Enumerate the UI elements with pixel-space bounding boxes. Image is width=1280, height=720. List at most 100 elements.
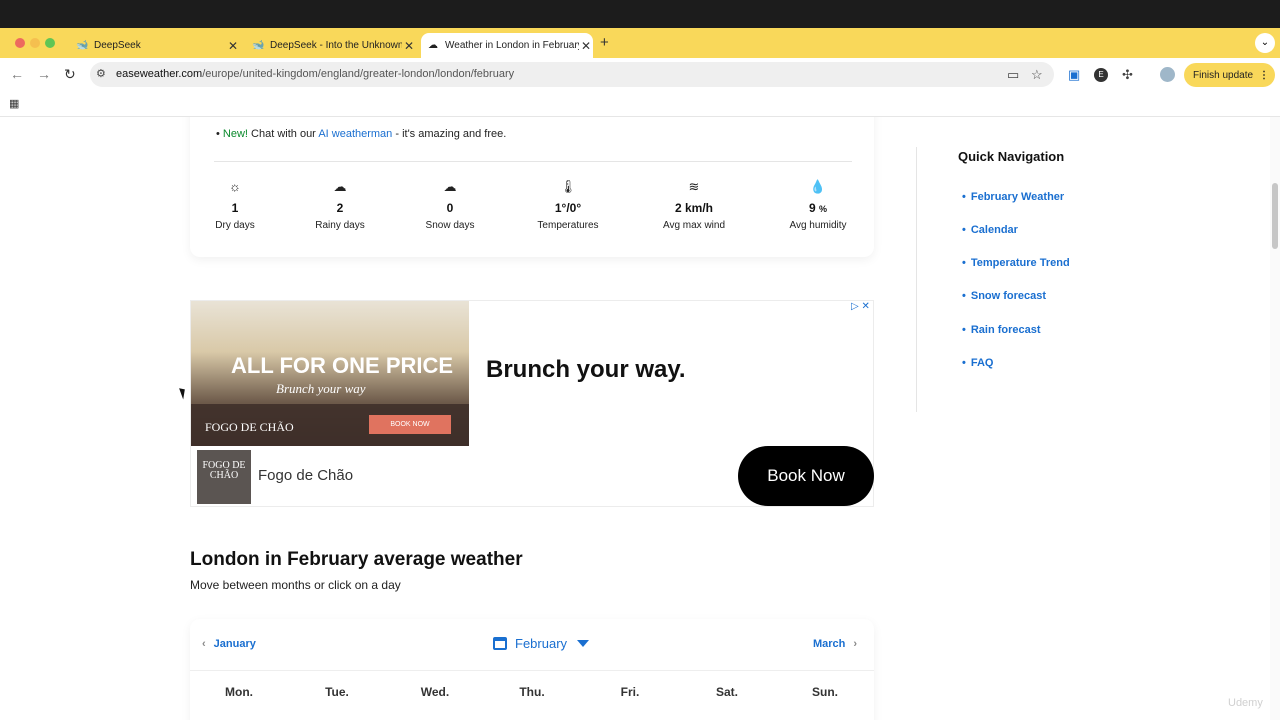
stat-temperatures: 🌡 1°/0° Temperatures bbox=[513, 179, 623, 231]
page-content: • New! Chat with our AI weatherman - it'… bbox=[0, 117, 1280, 720]
tab-deepseek-unknown[interactable]: 🐋 DeepSeek - Into the Unknown ✕ bbox=[246, 33, 416, 58]
page-subtitle: Move between months or click on a day bbox=[190, 578, 401, 592]
extension-tab-icon[interactable]: ▣ bbox=[1068, 67, 1080, 83]
scrollbar-thumb[interactable] bbox=[1272, 183, 1278, 249]
nav-temperature-trend[interactable]: Temperature Trend bbox=[962, 257, 1070, 269]
humidity-value: 9 bbox=[808, 201, 816, 215]
close-tab-icon[interactable]: ✕ bbox=[402, 39, 416, 53]
ad-image-brand: FOGO DE CHÃO bbox=[205, 420, 294, 434]
ai-weatherman-bullet: • New! Chat with our AI weatherman - it'… bbox=[216, 128, 507, 140]
ai-weatherman-link[interactable]: AI weatherman bbox=[318, 128, 392, 140]
stat-value: 1 bbox=[231, 201, 239, 215]
next-month-link[interactable]: March › bbox=[813, 638, 857, 650]
stat-value: 9 % bbox=[763, 201, 873, 215]
stat-snow-days: ☁ 0 Snow days bbox=[395, 179, 505, 231]
tab-search-chevron-icon[interactable]: ⌄ bbox=[1255, 33, 1275, 53]
current-month-label: February bbox=[515, 636, 568, 651]
tab-title: Weather in London in February bbox=[445, 40, 579, 51]
forward-arrow-icon[interactable]: → bbox=[37, 66, 51, 82]
close-window-button[interactable] bbox=[15, 38, 25, 48]
maximize-window-button[interactable] bbox=[45, 38, 55, 48]
tab-title: DeepSeek - Into the Unknown bbox=[270, 40, 402, 51]
nav-faq[interactable]: FAQ bbox=[962, 357, 994, 369]
sidebar-divider bbox=[916, 147, 917, 412]
stat-label: Temperatures bbox=[537, 220, 599, 231]
caret-down-icon bbox=[577, 640, 590, 647]
avatar[interactable] bbox=[1160, 67, 1175, 82]
cloud-icon: ☁ bbox=[428, 39, 438, 51]
url-path: /europe/united-kingdom/england/greater-l… bbox=[202, 68, 515, 80]
reload-icon[interactable]: ↻ bbox=[64, 66, 76, 83]
book-now-button[interactable]: Book Now bbox=[738, 446, 874, 506]
weekday-header: Fri. bbox=[620, 685, 640, 699]
chevron-right-icon: › bbox=[853, 638, 858, 650]
mouse-cursor-icon bbox=[179, 386, 188, 400]
nav-snow-forecast[interactable]: Snow forecast bbox=[962, 290, 1046, 302]
nav-february-weather[interactable]: February Weather bbox=[962, 191, 1064, 203]
weekday-header: Wed. bbox=[420, 685, 450, 699]
ad-image-book-button[interactable]: BOOK NOW bbox=[369, 415, 451, 434]
finish-update-button[interactable]: Finish update ⋮ bbox=[1184, 63, 1275, 87]
url-host: easeweather.com bbox=[116, 68, 203, 80]
close-tab-icon[interactable]: ✕ bbox=[579, 39, 593, 53]
ad-choices-icon[interactable]: ▷ ✕ bbox=[851, 301, 870, 312]
kebab-menu-icon: ⋮ bbox=[1259, 69, 1270, 81]
wind-icon: ≋ bbox=[688, 179, 700, 194]
humidity-unit: % bbox=[819, 204, 828, 214]
droplet-icon: 💧 bbox=[809, 179, 827, 194]
weekday-header: Mon. bbox=[225, 685, 253, 699]
tab-title: DeepSeek bbox=[94, 40, 141, 51]
ad-image-script: Brunch your way bbox=[276, 381, 366, 396]
snow-cloud-icon: ☁ bbox=[443, 179, 457, 194]
extensions-puzzle-icon[interactable]: ✣ bbox=[1122, 67, 1133, 83]
apps-grid-icon[interactable]: ▦ bbox=[9, 97, 19, 110]
ad-logo[interactable]: FOGO DE CHÃO bbox=[197, 450, 251, 504]
prev-month-label: January bbox=[213, 638, 256, 650]
nav-calendar[interactable]: Calendar bbox=[962, 224, 1018, 236]
profile-extension-icon[interactable]: E bbox=[1094, 68, 1108, 82]
site-settings-icon[interactable]: ⚙ bbox=[96, 67, 106, 80]
bullet-prefix: Chat with our bbox=[247, 128, 319, 140]
stat-rainy-days: ☁ 2 Rainy days bbox=[285, 179, 395, 231]
close-tab-icon[interactable]: ✕ bbox=[226, 39, 240, 53]
install-app-icon[interactable]: ▭ bbox=[1007, 67, 1019, 83]
whale-icon: 🐋 bbox=[252, 39, 265, 51]
page-title: London in February average weather bbox=[190, 549, 523, 570]
whale-icon: 🐋 bbox=[76, 39, 89, 51]
weekday-header: Tue. bbox=[325, 685, 349, 699]
ad-advertiser[interactable]: Fogo de Chão bbox=[258, 467, 353, 484]
prev-month-link[interactable]: ‹ January bbox=[202, 638, 256, 650]
month-selector[interactable]: February bbox=[493, 636, 590, 651]
new-badge: New! bbox=[222, 128, 248, 140]
stat-value: 2 bbox=[336, 201, 344, 215]
stat-avg-max-wind: ≋ 2 km/h Avg max wind bbox=[639, 179, 749, 231]
tab-weather-london[interactable]: ☁ Weather in London in February ✕ bbox=[421, 33, 593, 58]
weekday-header: Sun. bbox=[812, 685, 838, 699]
ad-image[interactable]: ALL FOR ONE PRICE Brunch your way FOGO D… bbox=[191, 301, 469, 446]
thermometer-icon: 🌡 bbox=[559, 179, 577, 194]
divider bbox=[214, 161, 852, 162]
stat-label: Rainy days bbox=[315, 220, 365, 231]
weekday-header: Sat. bbox=[715, 685, 738, 699]
tab-deepseek[interactable]: 🐋 DeepSeek ✕ bbox=[70, 33, 240, 58]
ad-headline[interactable]: Brunch your way. bbox=[486, 356, 686, 384]
os-top-bar bbox=[0, 0, 1280, 28]
stat-label: Dry days bbox=[215, 220, 255, 231]
url-text[interactable]: easeweather.com/europe/united-kingdom/en… bbox=[116, 68, 514, 80]
minimize-window-button[interactable] bbox=[30, 38, 40, 48]
stat-value: 2 km/h bbox=[674, 201, 713, 215]
quick-navigation-title: Quick Navigation bbox=[958, 149, 1065, 164]
nav-rain-forecast[interactable]: Rain forecast bbox=[962, 324, 1041, 336]
back-arrow-icon[interactable]: ← bbox=[10, 66, 24, 82]
stat-avg-humidity: 💧 9 % Avg humidity bbox=[763, 179, 873, 231]
stat-value: 1°/0° bbox=[554, 201, 582, 215]
advertisement[interactable]: ALL FOR ONE PRICE Brunch your way FOGO D… bbox=[190, 300, 874, 507]
rain-cloud-icon: ☁ bbox=[333, 179, 347, 194]
udemy-watermark: Udemy bbox=[1228, 697, 1263, 709]
bookmarks-bar bbox=[0, 91, 1280, 117]
new-tab-icon[interactable]: + bbox=[600, 34, 609, 51]
bullet-suffix: - it's amazing and free. bbox=[392, 128, 507, 140]
weekday-header: Thu. bbox=[519, 685, 545, 699]
bookmark-star-icon[interactable]: ☆ bbox=[1031, 67, 1043, 83]
stat-dry-days: ☼ 1 Dry days bbox=[180, 179, 290, 231]
